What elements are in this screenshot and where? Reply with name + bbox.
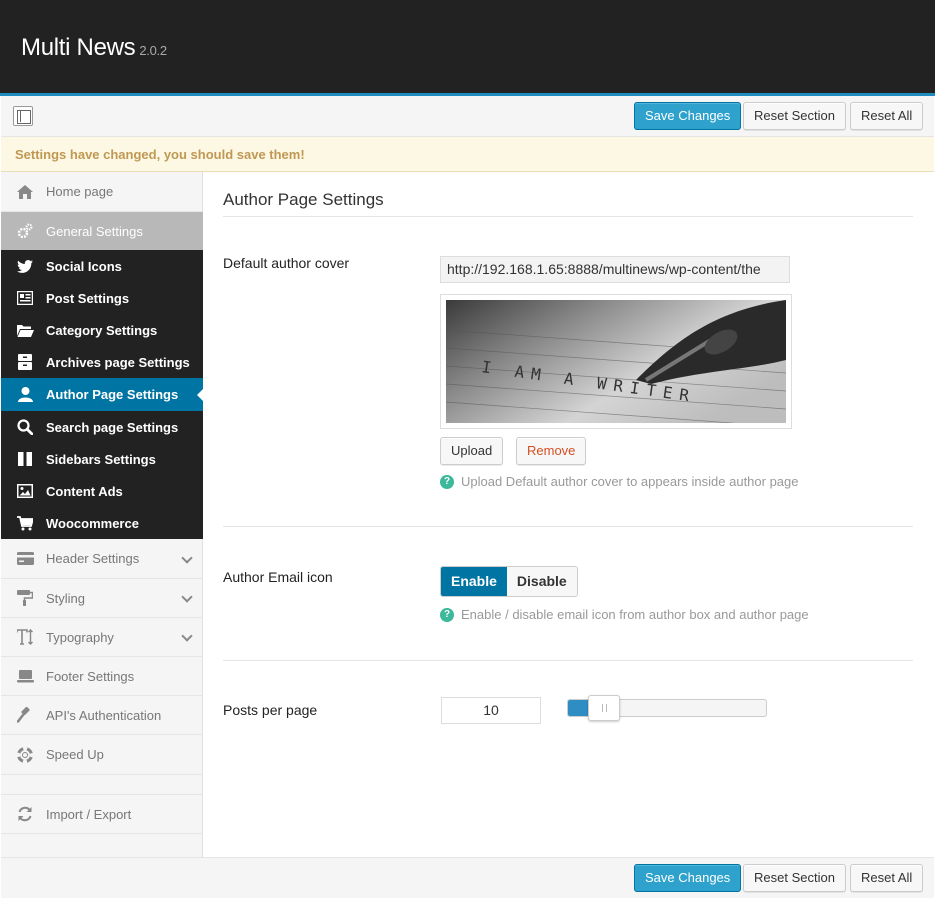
paint-roller-icon (16, 589, 34, 607)
email-icon-help: ? Enable / disable email icon from autho… (440, 607, 809, 622)
main-panel: Author Page Settings Default author cove… (203, 172, 934, 857)
settings-changed-notice: Settings have changed, you should save t… (1, 137, 934, 172)
cover-image: I AM A WRITER (446, 300, 786, 423)
sidebar-item-sidebars[interactable]: Sidebars Settings (1, 443, 203, 475)
text-height-icon (16, 628, 34, 646)
laptop-icon (16, 667, 34, 685)
reset-all-button[interactable]: Reset All (850, 864, 924, 892)
sidebar-item-label: Social Icons (46, 258, 122, 274)
credit-card-icon (16, 550, 34, 568)
app-title: Multi News 2.0.2 (21, 34, 167, 62)
sidebar-item-label: Category Settings (46, 322, 158, 338)
app-header: Multi News 2.0.2 (0, 0, 935, 96)
sidebar-item-home[interactable]: Home page (1, 172, 203, 212)
sidebar-item-label: Import / Export (46, 806, 132, 822)
sidebar-item-typography[interactable]: Typography (1, 618, 203, 657)
sidebar-item-author[interactable]: Author Page Settings (1, 378, 204, 411)
divider (223, 216, 913, 217)
save-button[interactable]: Save Changes (634, 864, 742, 892)
email-icon-help-text: Enable / disable email icon from author … (461, 607, 809, 622)
disable-button[interactable]: Disable (506, 567, 577, 596)
expand-icon[interactable] (13, 106, 33, 126)
sidebar-item-speed[interactable]: Speed Up (1, 735, 203, 775)
email-icon-label: Author Email icon (223, 569, 333, 585)
help-icon: ? (440, 607, 454, 622)
sidebar-item-category[interactable]: Category Settings (1, 314, 203, 346)
save-button[interactable]: Save Changes (634, 102, 742, 130)
sidebar-item-ads[interactable]: Content Ads (1, 475, 203, 507)
sidebar-item-label: Author Page Settings (46, 387, 179, 402)
sidebar-item-label: Typography (46, 629, 114, 645)
sidebar-item-label: Sidebars Settings (46, 451, 156, 467)
reset-section-button[interactable]: Reset Section (743, 102, 846, 130)
remove-button[interactable]: Remove (516, 437, 587, 465)
email-icon-toggle: Enable Disable (440, 566, 578, 597)
bottom-toolbar: Save Changes Reset Section Reset All (1, 857, 934, 898)
search-icon (16, 418, 34, 436)
chevron-down-icon (181, 630, 193, 642)
app-version: 2.0.2 (139, 43, 167, 58)
sidebar-item-general[interactable]: General Settings (1, 212, 203, 250)
sidebar-item-label: General Settings (46, 223, 143, 239)
sidebar-item-archives[interactable]: Archives page Settings (1, 346, 203, 378)
enable-button[interactable]: Enable (441, 567, 507, 596)
section-title: Author Page Settings (223, 190, 384, 209)
user-icon (16, 386, 34, 404)
divider (223, 526, 913, 527)
refresh-icon (16, 805, 34, 823)
cart-icon (16, 514, 34, 532)
home-icon (16, 183, 34, 201)
cover-help: ? Upload Default author cover to appears… (440, 474, 799, 489)
folder-icon (16, 321, 34, 339)
sidebar-item-header[interactable]: Header Settings (1, 539, 203, 579)
sidebar-item-import-export[interactable]: Import / Export (1, 794, 203, 834)
chevron-down-icon (181, 551, 193, 564)
sidebar-item-label: API's Authentication (46, 707, 162, 723)
gavel-icon (16, 706, 34, 724)
reset-all-button[interactable]: Reset All (850, 102, 924, 130)
cover-help-text: Upload Default author cover to appears i… (461, 474, 799, 489)
posts-per-page-label: Posts per page (223, 702, 318, 718)
sidebar-item-social[interactable]: Social Icons (1, 250, 203, 282)
sidebar-item-search[interactable]: Search page Settings (1, 411, 203, 443)
life-ring-icon (16, 746, 34, 764)
sidebar-item-label: Woocommerce (46, 515, 139, 531)
sidebar-item-label: Post Settings (46, 290, 130, 306)
upload-button[interactable]: Upload (440, 437, 504, 465)
gears-icon (16, 222, 34, 240)
sidebar-item-label: Speed Up (46, 747, 104, 762)
chevron-down-icon (181, 591, 193, 603)
app-name: Multi News (21, 34, 136, 61)
image-icon (16, 482, 34, 500)
archive-icon (16, 353, 34, 371)
sidebar-item-label: Archives page Settings (46, 354, 190, 370)
cover-label: Default author cover (223, 255, 350, 271)
sidebar-item-label: Content Ads (46, 483, 123, 499)
sidebar-item-label: Styling (46, 590, 86, 606)
divider (223, 660, 913, 661)
sidebar-item-label: Header Settings (46, 551, 140, 566)
twitter-icon (16, 257, 34, 275)
sidebar-item-footer[interactable]: Footer Settings (1, 657, 203, 696)
sidebar-item-woocommerce[interactable]: Woocommerce (1, 507, 203, 539)
sidebar-item-label: Search page Settings (46, 419, 179, 435)
post-icon (16, 289, 34, 307)
reset-section-button[interactable]: Reset Section (743, 864, 846, 892)
help-icon: ? (440, 474, 454, 489)
cover-preview: I AM A WRITER (440, 294, 792, 429)
sidebar-item-label: Home page (46, 184, 114, 199)
cover-url-input[interactable]: http://192.168.1.65:8888/multinews/wp-co… (440, 256, 790, 283)
columns-icon (16, 450, 34, 468)
sidebar: Home page General Settings Social Icons … (1, 172, 204, 857)
sidebar-item-post[interactable]: Post Settings (1, 282, 203, 314)
sidebar-item-api[interactable]: API's Authentication (1, 696, 203, 735)
posts-per-page-slider[interactable] (567, 695, 767, 721)
sidebar-item-label: Footer Settings (46, 668, 135, 684)
posts-per-page-input[interactable]: 10 (441, 697, 541, 724)
slider-handle[interactable] (588, 695, 620, 721)
top-toolbar: Save Changes Reset Section Reset All (1, 96, 934, 137)
sidebar-item-styling[interactable]: Styling (1, 579, 203, 618)
